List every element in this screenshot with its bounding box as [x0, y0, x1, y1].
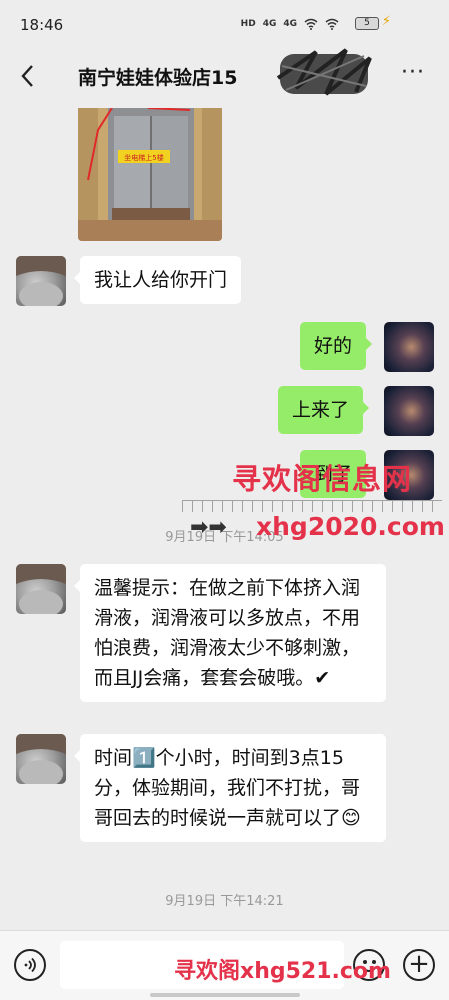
- avatar-self[interactable]: [384, 386, 434, 436]
- message-bubble[interactable]: 好的: [300, 322, 373, 370]
- charging-icon: ⚡: [381, 14, 391, 29]
- avatar-image: [16, 564, 66, 614]
- message-text: 上来了: [292, 399, 350, 421]
- wifi-icon-2: [325, 18, 339, 30]
- watermark-bottom: 寻欢阁xhg521.com: [174, 959, 391, 984]
- avatar[interactable]: [16, 734, 66, 784]
- more-icon[interactable]: ···: [401, 60, 425, 85]
- message-text: 好的: [314, 335, 353, 357]
- timestamp: 9月19日 下午14:21: [165, 894, 284, 909]
- watermark-ruler: [182, 500, 442, 512]
- signal-4g-label-2: 4G: [283, 19, 297, 29]
- image-message[interactable]: 坐电梯上5楼: [78, 108, 222, 241]
- photo-caption: 坐电梯上5楼: [124, 153, 163, 162]
- watermark-arrow: ➡➡: [190, 515, 227, 540]
- chat-title-name: 南宁娃娃体验店15: [78, 67, 238, 89]
- watermark-url: xhg2020.com: [256, 512, 445, 541]
- message-bubble[interactable]: 我让人给你开门: [73, 256, 242, 304]
- message-bubble[interactable]: 上来了: [278, 386, 370, 434]
- avatar[interactable]: [16, 256, 66, 306]
- avatar[interactable]: [16, 564, 66, 614]
- message-bubble[interactable]: 时间1️⃣个小时，时间到3点15分，体验期间，我们不打扰，哥哥回去的时候说一声就…: [74, 734, 386, 842]
- home-indicator: [150, 993, 300, 997]
- message-text: 温馨提示：在做之前下体挤入润滑液，润滑液可以多放点，不用怕浪费，润滑液太少不够刺…: [94, 577, 361, 689]
- plus-icon[interactable]: +: [403, 949, 435, 981]
- chat-header: 南宁娃娃体验店1592 ···: [0, 44, 449, 108]
- signal-4g-label-1: 4G: [262, 19, 277, 29]
- hd-label: HD: [240, 19, 256, 29]
- battery-icon: 5: [355, 17, 379, 30]
- back-arrow-icon[interactable]: [14, 60, 40, 90]
- message-text: 时间1️⃣个小时，时间到3点15分，体验期间，我们不打扰，哥哥回去的时候说一声就…: [94, 747, 361, 829]
- status-icons: HD 4G 4G: [241, 18, 339, 30]
- message-text: 我让人给你开门: [94, 269, 228, 291]
- watermark-text: 寻欢阁信息网: [232, 462, 413, 496]
- voice-icon[interactable]: [14, 949, 46, 981]
- avatar-self[interactable]: [384, 322, 434, 372]
- redaction-scribble: [276, 48, 372, 96]
- message-bubble[interactable]: 温馨提示：在做之前下体挤入润滑液，润滑液可以多放点，不用怕浪费，润滑液太少不够刺…: [74, 564, 386, 702]
- elevator-photo: 坐电梯上5楼: [78, 108, 222, 241]
- status-time: 18:46: [20, 16, 64, 34]
- avatar-image: [16, 734, 66, 784]
- chat-area[interactable]: 坐电梯上5楼 我让人给你开门 好的 上来了 到了 9月19日 下午14:05 寻…: [0, 108, 449, 930]
- status-bar: 18:46 HD 4G 4G 5 ⚡: [0, 0, 449, 44]
- wifi-icon: [304, 18, 318, 30]
- input-bar: + 寻欢阁xhg521.com: [0, 930, 449, 1000]
- avatar-image: [16, 256, 66, 306]
